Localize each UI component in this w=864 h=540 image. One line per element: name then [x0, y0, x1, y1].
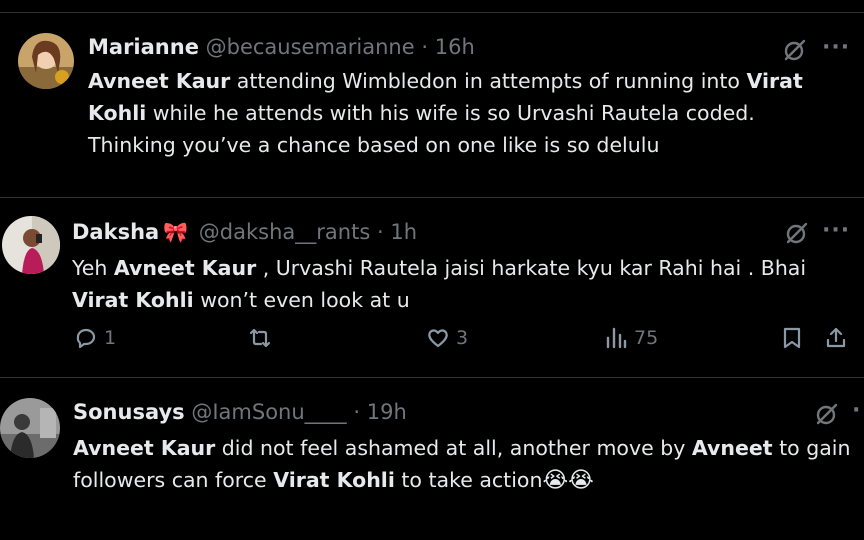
timestamp[interactable]: 16h [435, 35, 475, 59]
tweet-sonusays[interactable]: Sonusays @IamSonu____ · 19h · Avneet Kau… [0, 378, 864, 540]
views-button[interactable]: 75 [604, 326, 658, 350]
view-count: 75 [634, 327, 659, 349]
grok-slash-icon[interactable] [782, 37, 808, 63]
display-name[interactable]: Sonusays [73, 400, 185, 424]
timeline-feed: Marianne @becausemarianne · 16h ··· Avne… [0, 0, 864, 540]
highlighted-mention: Virat Kohli [72, 288, 194, 312]
reply-count: 1 [104, 327, 117, 349]
text-segment: Yeh [72, 256, 114, 280]
timestamp[interactable]: 1h [390, 220, 417, 244]
user-handle[interactable]: @daksha__rants [199, 220, 370, 244]
text-segment: while he attends with his wife is so Urv… [88, 101, 755, 157]
tweet-text: Avneet Kaur did not feel ashamed at all,… [73, 432, 858, 497]
tweet-header: Daksha 🎀 @daksha__rants · 1h [72, 218, 417, 246]
tweet-daksha[interactable]: Daksha 🎀 @daksha__rants · 1h ··· Yeh Avne… [0, 198, 864, 376]
display-name[interactable]: Daksha [72, 220, 159, 244]
more-dots-icon[interactable]: ··· [822, 218, 850, 243]
tweet-text: Yeh Avneet Kaur , Urvashi Rautela jaisi … [72, 252, 857, 316]
repost-button[interactable] [248, 326, 278, 350]
separator-dot: · [376, 220, 384, 244]
tweet-actions: 1 3 75 [0, 326, 864, 360]
user-handle[interactable]: @becausemarianne [206, 35, 415, 59]
avatar[interactable] [18, 33, 74, 89]
crying-emoji: 😭😭 [542, 468, 594, 493]
repost-icon [249, 328, 271, 348]
separator-dot: · [421, 35, 429, 59]
grok-slash-icon[interactable] [814, 401, 840, 427]
more-dots-icon[interactable]: ··· [822, 35, 850, 60]
more-dots-icon[interactable]: · [852, 398, 861, 423]
highlighted-mention: Avneet [691, 436, 773, 460]
like-button[interactable]: 3 [426, 326, 468, 350]
tweet-header: Marianne @becausemarianne · 16h [88, 33, 475, 61]
bookmark-button[interactable] [780, 326, 804, 350]
avatar[interactable] [0, 398, 60, 458]
user-handle[interactable]: @IamSonu____ [191, 400, 346, 424]
avatar[interactable] [2, 216, 60, 274]
reply-button[interactable]: 1 [74, 326, 116, 350]
tweet-header: Sonusays @IamSonu____ · 19h [73, 398, 407, 426]
text-segment: , Urvashi Rautela jaisi harkate kyu kar … [256, 256, 807, 280]
heart-icon [428, 329, 448, 348]
display-name[interactable]: Marianne [88, 35, 199, 59]
share-icon [826, 327, 846, 348]
tweet-marianne[interactable]: Marianne @becausemarianne · 16h ··· Avne… [0, 13, 864, 183]
like-count: 3 [456, 327, 469, 349]
highlighted-mention: Avneet Kaur [73, 436, 216, 460]
text-segment: did not feel ashamed at all, another mov… [215, 436, 692, 460]
highlighted-mention: Avneet Kaur [113, 256, 257, 280]
grok-slash-icon[interactable] [784, 220, 810, 246]
share-button[interactable] [824, 326, 848, 350]
separator-dot: · [353, 400, 361, 424]
ribbon-emoji: 🎀 [163, 220, 189, 244]
highlighted-mention: Virat Kohli [273, 468, 395, 492]
bookmark-icon [783, 327, 801, 349]
text-segment: to take action [394, 468, 543, 492]
text-segment: attending Wimbledon in attempts of runni… [230, 69, 747, 93]
tweet-text: Avneet Kaur attending Wimbledon in attem… [88, 65, 848, 161]
highlighted-mention: Avneet Kaur [88, 69, 231, 93]
text-segment: won’t even look at u [193, 288, 410, 312]
timestamp[interactable]: 19h [367, 400, 407, 424]
reply-icon [76, 328, 96, 349]
views-icon [606, 327, 627, 349]
